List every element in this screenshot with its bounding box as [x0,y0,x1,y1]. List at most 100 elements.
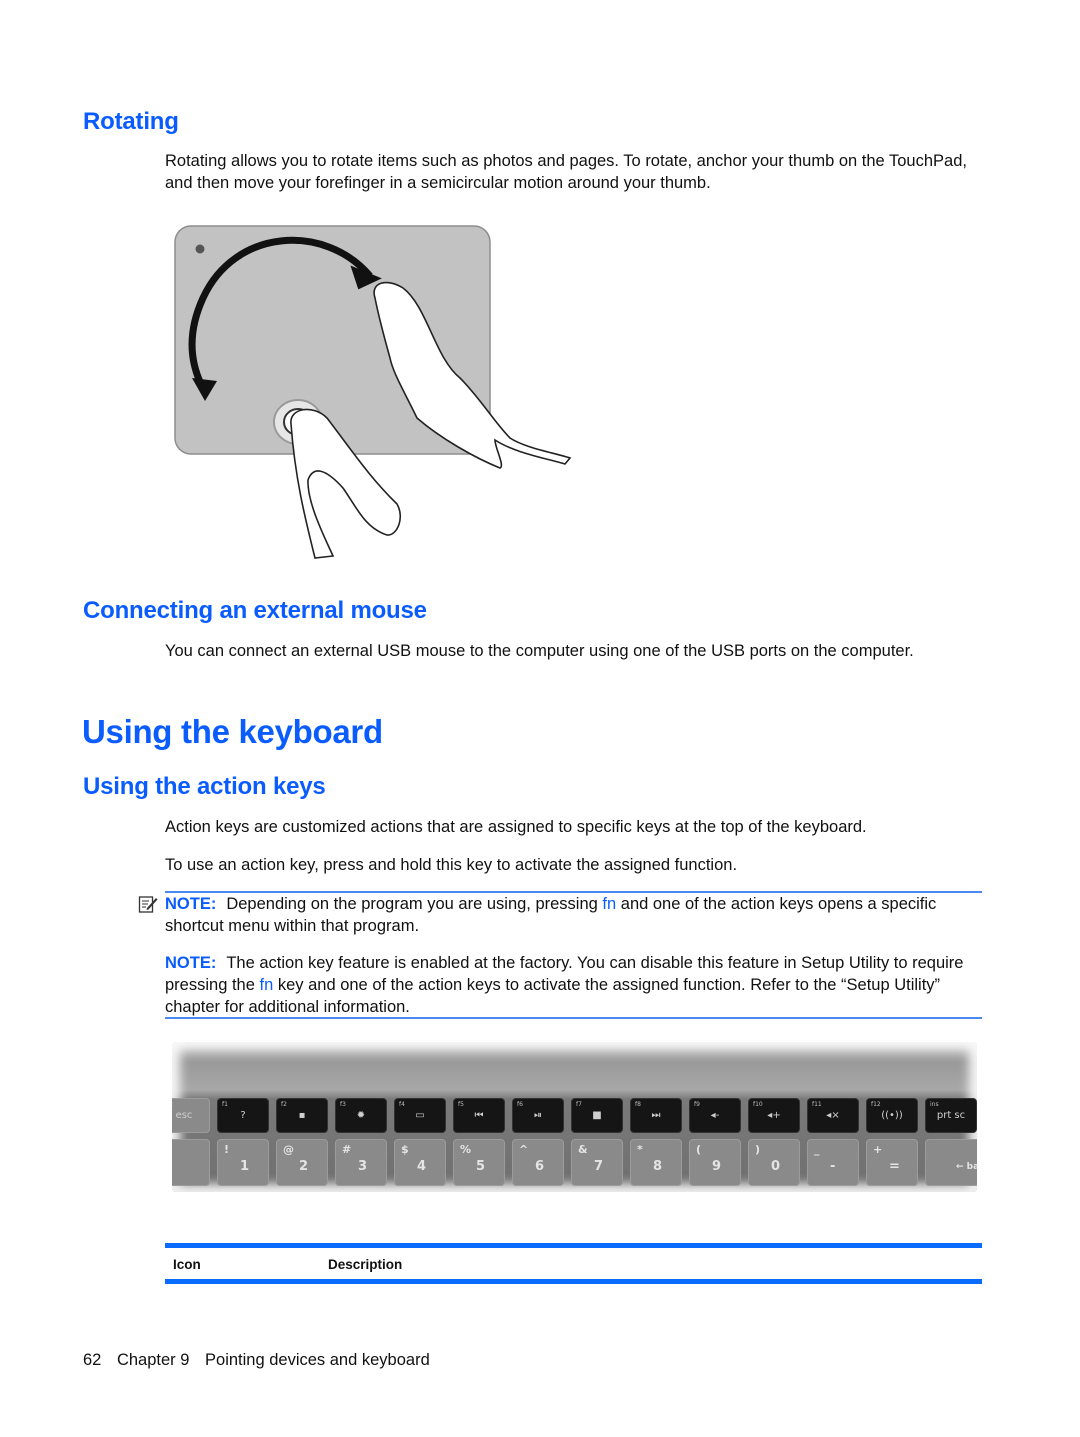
action-key-icon: ((•)) [881,1110,903,1121]
function-key-label: f9 [694,1101,700,1108]
key-shift-label: @ [283,1143,294,1156]
rotating-paragraph: Rotating allows you to rotate items such… [165,152,967,192]
number-key [172,1139,210,1186]
external-mouse-paragraph: You can connect an external USB mouse to… [165,642,914,660]
fn-key-reference: fn [602,895,617,913]
keyboard-action-keys-image: escescf1?f2▪f3✹f4▭f5⏮f6⏯f7■f8⏭f9◂-f10◂+f… [172,1042,977,1192]
table-top-rule [165,1243,982,1248]
function-key-label: f8 [635,1101,641,1108]
key-label: 6 [535,1159,545,1174]
table-bottom-rule [165,1279,982,1284]
action-keys-paragraph-2: To use an action key, press and hold thi… [165,856,738,874]
key-label: 7 [594,1159,604,1174]
action-key-icon: ◂+ [767,1110,781,1121]
key-shift-label: + [873,1143,883,1156]
note-icon [138,896,158,913]
table-header-description: Description [328,1257,403,1272]
function-key: f1? [217,1098,269,1133]
function-key-label: esc [172,1101,173,1108]
action-key-icon: ▪ [298,1110,306,1121]
function-key-label: f7 [576,1101,582,1108]
number-key: #3 [335,1139,387,1186]
key-label: 9 [712,1159,722,1174]
section-heading-action-keys: Using the action keys [83,773,326,800]
number-key: ^ 6 [512,1139,564,1186]
section-heading-external-mouse: Connecting an external mouse [83,597,427,624]
function-key: esc esc [172,1098,210,1133]
action-key-icon: esc [175,1110,193,1121]
function-key-row: escescf1?f2▪f3✹f4▭f5⏮f6⏯f7■f8⏭f9◂-f10◂+f… [172,1098,977,1133]
action-keys-paragraph-1: Action keys are customized actions that … [165,818,867,836]
function-key-label: f5 [458,1101,464,1108]
note-1: NOTE: Depending on the program you are us… [165,893,985,937]
note-label: NOTE: [165,954,217,972]
key-shift-label: & [578,1143,588,1156]
key-label: ← backsp [956,1162,977,1172]
function-key: f2 ▪ [276,1098,328,1133]
number-key: ) 0 [748,1139,800,1186]
key-label: = [889,1159,900,1174]
page-footer: 62 Chapter 9 Pointing devices and keyboa… [83,1351,441,1370]
action-key-icon: ◂- [710,1110,720,1121]
note-bottom-rule [165,1017,982,1019]
function-key: f9 ◂- [689,1098,741,1133]
note-label: NOTE: [165,895,217,913]
function-key-label: f4 [399,1101,405,1108]
key-shift-label: ! [224,1143,230,1156]
number-key: $4 [394,1139,446,1186]
fn-key-reference: fn [259,976,274,994]
section-heading-rotating: Rotating [83,108,179,135]
action-key-icon: ⏭ [651,1110,661,1121]
key-label: 8 [653,1159,663,1174]
key-shift-label: ^ [519,1143,529,1156]
key-label: 5 [476,1159,486,1174]
key-label: 1 [240,1159,250,1174]
note-2-text-continued: key and one of the action keys to activa… [165,976,941,1016]
function-key: f8 ⏭ [630,1098,682,1133]
action-key-icon: ⏯ [534,1110,542,1121]
key-label: 3 [358,1159,368,1174]
action-key-icon: ⏮ [474,1110,484,1121]
function-key: f3 ✹ [335,1098,387,1133]
key-label: 0 [771,1159,781,1174]
action-key-icon: ◂× [826,1110,840,1121]
touchpad-rotate-illustration [174,225,572,559]
page-number: 62 [83,1351,102,1369]
note-2: NOTE: The action key feature is enabled a… [165,952,985,1018]
function-key: f4 ▭ [394,1098,446,1133]
key-shift-label: _ [814,1143,820,1156]
function-key-label: f3 [340,1101,346,1108]
chapter-title: Pointing devices and keyboard [205,1351,430,1369]
function-key: f11 ◂× [807,1098,859,1133]
number-key: ! 1 [217,1139,269,1186]
function-key: f7 ■ [571,1098,623,1133]
action-key-icon: prt sc [936,1110,966,1121]
key-label: 4 [417,1159,427,1174]
table-header-icon: Icon [173,1257,201,1272]
key-shift-label: % [460,1143,472,1156]
key-shift-label: ( [696,1143,702,1156]
key-shift-label: * [637,1143,643,1156]
action-key-icon: ▭ [415,1110,425,1121]
function-key: f5 ⏮ [453,1098,505,1133]
key-label: 2 [299,1159,309,1174]
chapter-section-title: Using the keyboard [82,713,383,750]
function-key: f12 ((•)) [866,1098,918,1133]
function-key-label: ins [930,1101,939,1108]
number-key: @2 [276,1139,328,1186]
number-key: * 8 [630,1139,682,1186]
function-key-label: f10 [753,1101,763,1108]
number-key: % 5 [453,1139,505,1186]
action-key-icon: ■ [592,1110,602,1121]
number-key: + = [866,1139,918,1186]
function-key: f10 ◂+ [748,1098,800,1133]
function-key-label: f12 [871,1101,881,1108]
key-shift-label: # [342,1143,352,1156]
function-key-label: f11 [812,1101,822,1108]
action-key-icon: ? [240,1110,246,1121]
number-key: (9 [689,1139,741,1186]
function-key-label: f2 [281,1101,287,1108]
key-shift-label: $ [401,1143,409,1156]
number-key: & 7 [571,1139,623,1186]
function-key-label: f6 [517,1101,523,1108]
